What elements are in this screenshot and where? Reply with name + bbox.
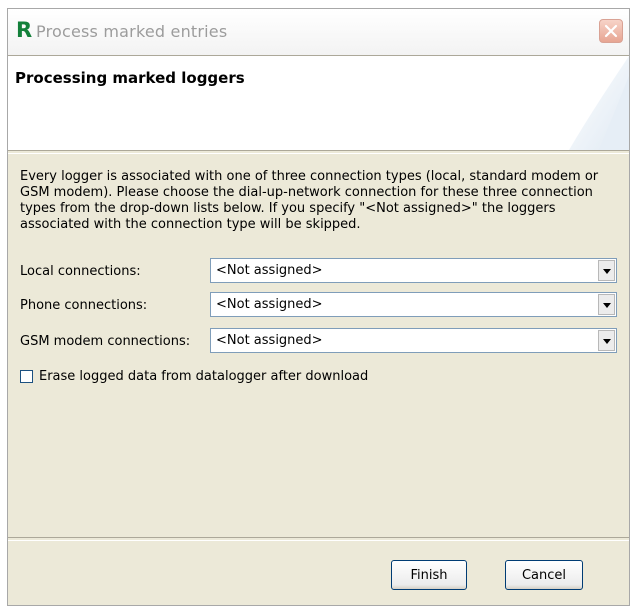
page-title: Processing marked loggers bbox=[15, 69, 245, 87]
phone-connections-select[interactable]: <Not assigned> bbox=[210, 292, 617, 317]
footer-divider bbox=[8, 537, 629, 541]
dropdown-arrow-icon bbox=[603, 339, 611, 344]
title-bar[interactable]: R Process marked entries bbox=[8, 9, 629, 55]
close-button[interactable] bbox=[599, 19, 623, 43]
instructions-text: Every logger is associated with one of t… bbox=[20, 169, 599, 232]
phone-connections-label: Phone connections: bbox=[20, 298, 148, 313]
local-connections-select[interactable]: <Not assigned> bbox=[210, 258, 617, 283]
gsm-connections-value: <Not assigned> bbox=[216, 333, 323, 348]
cancel-button[interactable]: Cancel bbox=[505, 560, 583, 590]
finish-button[interactable]: Finish bbox=[391, 560, 467, 590]
local-connections-dropdown-button[interactable] bbox=[598, 260, 615, 281]
local-connections-label: Local connections: bbox=[20, 264, 141, 279]
header-divider bbox=[8, 150, 629, 154]
dialog-window: R Process marked entries Processing mark… bbox=[7, 8, 630, 606]
header-decoration bbox=[569, 56, 629, 150]
app-logo: R bbox=[16, 18, 33, 42]
erase-data-checkbox[interactable] bbox=[20, 370, 33, 383]
gsm-connections-dropdown-button[interactable] bbox=[598, 330, 615, 351]
gsm-connections-label: GSM modem connections: bbox=[20, 334, 191, 349]
close-icon bbox=[604, 24, 618, 38]
gsm-connections-select[interactable]: <Not assigned> bbox=[210, 328, 617, 353]
dropdown-arrow-icon bbox=[603, 303, 611, 308]
erase-data-label[interactable]: Erase logged data from datalogger after … bbox=[39, 369, 368, 384]
wizard-header: Processing marked loggers bbox=[8, 55, 629, 150]
phone-connections-value: <Not assigned> bbox=[216, 297, 323, 312]
phone-connections-dropdown-button[interactable] bbox=[598, 294, 615, 315]
window-title: Process marked entries bbox=[36, 22, 228, 41]
local-connections-value: <Not assigned> bbox=[216, 263, 323, 278]
dropdown-arrow-icon bbox=[603, 269, 611, 274]
